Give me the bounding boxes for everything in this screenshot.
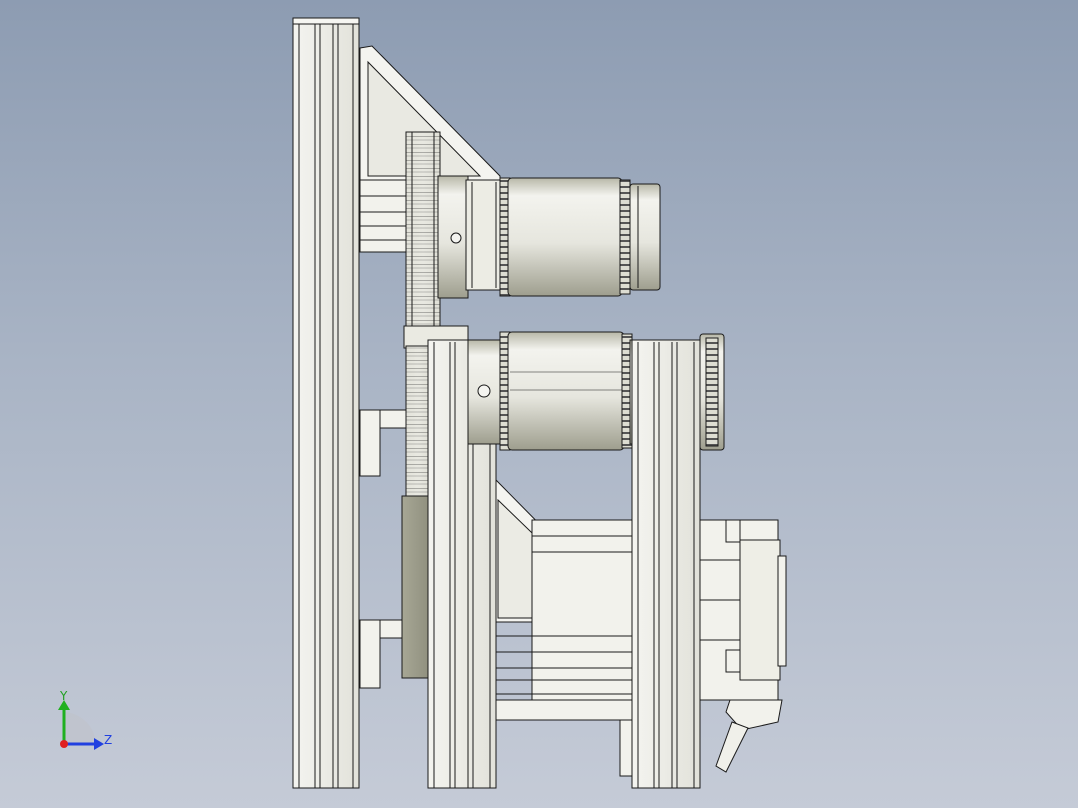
triad-arc — [64, 712, 96, 746]
y-axis-label: Y — [59, 689, 68, 703]
x-axis-dot-icon — [60, 740, 68, 748]
upper-horizontal-bar[interactable] — [359, 179, 411, 253]
rear-dark-plate[interactable] — [401, 495, 431, 679]
set-screw-icon — [477, 384, 491, 398]
upper-spur-gear[interactable] — [405, 131, 441, 343]
right-timing-pulley[interactable] — [699, 333, 725, 451]
motor-cable-connector[interactable] — [715, 699, 783, 773]
cad-viewport[interactable]: Y Z — [0, 0, 1078, 808]
right-vertical-profile[interactable] — [631, 339, 701, 789]
upper-timing-roller[interactable] — [499, 177, 661, 297]
z-arrowhead-icon — [94, 738, 104, 750]
assembly-drawing[interactable]: Y Z — [0, 0, 1078, 808]
lower-hub-left[interactable] — [467, 339, 501, 445]
coordinate-triad: Y Z — [58, 689, 112, 750]
main-vertical-profile[interactable] — [292, 17, 360, 789]
set-screw-icon — [450, 232, 462, 244]
z-axis-label: Z — [104, 733, 112, 747]
lower-timing-roller[interactable] — [499, 331, 633, 451]
middle-left-bracket[interactable] — [359, 409, 409, 689]
motor-flange[interactable] — [699, 519, 787, 701]
upper-hub-collar[interactable] — [437, 175, 503, 299]
